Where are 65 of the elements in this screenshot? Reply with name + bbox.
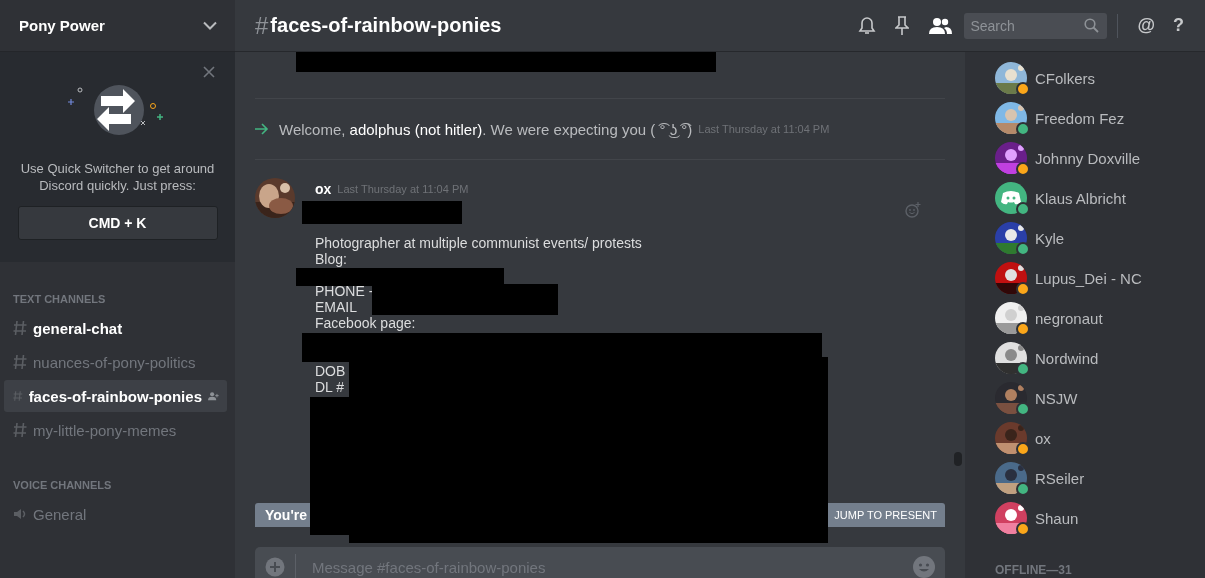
bell-icon[interactable]: [858, 15, 877, 36]
message-text: PHONE -: [315, 283, 374, 299]
member-item[interactable]: Johnny Doxville: [995, 138, 1205, 178]
add-member-icon[interactable]: [208, 390, 219, 402]
member-name: NSJW: [1035, 389, 1078, 407]
search-field[interactable]: Search: [964, 12, 1108, 39]
speaker-icon: [13, 507, 27, 521]
hash-icon: [13, 354, 27, 370]
member-item[interactable]: Klaus Albricht: [995, 178, 1205, 218]
welcome-message: Welcome, adolphus (not hitler). We were expecting you ( ͡° ͜ʖ ͡°): [279, 120, 693, 138]
member-item[interactable]: Shaun: [995, 498, 1205, 538]
channel-item[interactable]: faces-of-rainbow-ponies: [4, 380, 227, 412]
search-icon: [1084, 18, 1100, 33]
member-name: Klaus Albricht: [1035, 189, 1126, 207]
member-name: Kyle: [1035, 229, 1065, 247]
member-name: Johnny Doxville: [1035, 149, 1141, 167]
search-input[interactable]: Search: [970, 17, 1085, 34]
member-item[interactable]: Kyle: [995, 218, 1205, 258]
add-reaction-icon[interactable]: [905, 202, 921, 218]
add-icon[interactable]: [265, 557, 285, 577]
message-text: DOB: [315, 363, 346, 379]
member-name: CFolkers: [1035, 69, 1095, 87]
mentions-button[interactable]: @: [1128, 15, 1164, 36]
channel-title: faces-of-rainbow-ponies: [270, 14, 503, 37]
member-item[interactable]: Lupus_Dei - NC: [995, 258, 1205, 298]
message-text: Blog:: [315, 251, 347, 267]
chevron-down-icon[interactable]: [203, 21, 217, 30]
member-item[interactable]: NSJW: [995, 378, 1205, 418]
member-item[interactable]: Freedom Fez: [995, 98, 1205, 138]
default-avatar-icon: [995, 182, 1027, 214]
members-icon[interactable]: [928, 16, 953, 35]
message-text: DL #: [315, 379, 345, 395]
pin-icon[interactable]: [895, 15, 910, 36]
emoji-icon[interactable]: [913, 556, 935, 578]
author-name[interactable]: ox: [315, 181, 332, 197]
member-item[interactable]: RSeiler: [995, 458, 1205, 498]
hash-icon: [13, 422, 27, 438]
member-name: Shaun: [1035, 509, 1079, 527]
message-text: Photographer at multiple communist events/ protests: [315, 235, 642, 251]
arrow-right-icon: [255, 123, 269, 135]
scrollbar-thumb[interactable]: [954, 452, 962, 466]
member-name: Lupus_Dei - NC: [1035, 269, 1142, 287]
shortcut-button[interactable]: CMD + K: [17, 206, 218, 240]
server-name: Pony Power: [19, 17, 105, 34]
member-name: RSeiler: [1035, 469, 1085, 487]
member-item[interactable]: Nordwind: [995, 338, 1205, 378]
help-button[interactable]: ?: [1164, 15, 1193, 36]
hash-icon: [13, 320, 27, 336]
close-icon[interactable]: [203, 66, 215, 78]
message-text: Facebook page:: [315, 315, 416, 331]
member-name: Freedom Fez: [1035, 109, 1125, 127]
channel-hash: #: [255, 11, 269, 40]
member-item[interactable]: CFolkers: [995, 58, 1205, 98]
jump-to-present-button[interactable]: JUMP TO PRESENT: [826, 503, 945, 527]
hash-icon: [13, 388, 23, 404]
new-messages-text: You're: [265, 507, 307, 523]
quick-switcher-hint: Use Quick Switcher to get around Discord quickly. Just press:: [19, 160, 216, 194]
member-name: Nordwind: [1035, 349, 1099, 367]
channel-item[interactable]: general-chat: [4, 312, 227, 344]
member-name: negronaut: [1035, 309, 1103, 327]
member-name: ox: [1035, 429, 1051, 447]
member-item[interactable]: ox: [995, 418, 1205, 458]
member-item[interactable]: negronaut: [995, 298, 1205, 338]
message-text: EMAIL: [315, 299, 357, 315]
member-group-title: OFFLINE—31: [995, 563, 1073, 577]
